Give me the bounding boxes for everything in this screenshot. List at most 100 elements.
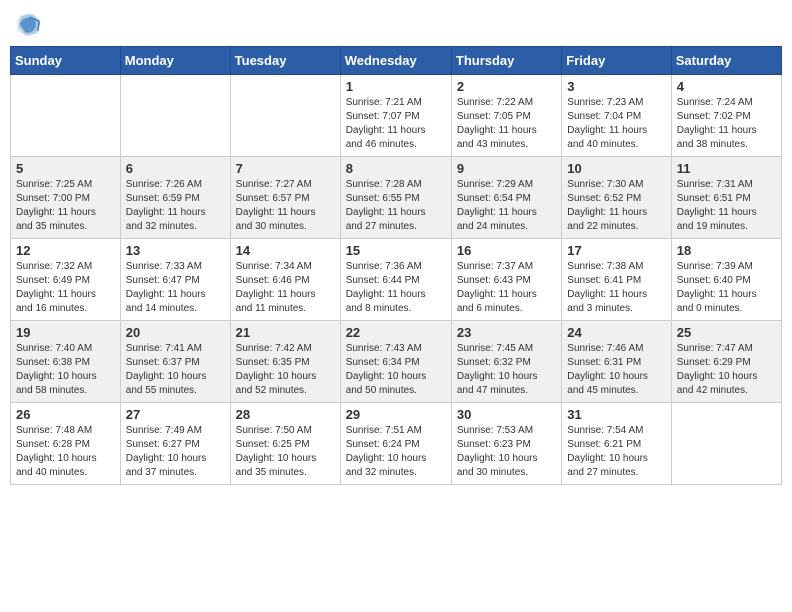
day-info: Sunrise: 7:26 AM Sunset: 6:59 PM Dayligh… [126, 178, 225, 234]
weekday-header-friday: Friday [562, 47, 671, 75]
day-info: Sunrise: 7:40 AM Sunset: 6:38 PM Dayligh… [16, 342, 115, 398]
day-info: Sunrise: 7:50 AM Sunset: 6:25 PM Dayligh… [236, 424, 335, 480]
day-number: 1 [346, 79, 446, 94]
logo-icon [14, 10, 42, 38]
calendar-week-3: 12 Sunrise: 7:32 AM Sunset: 6:49 PM Dayli… [11, 239, 782, 321]
calendar-week-4: 19 Sunrise: 7:40 AM Sunset: 6:38 PM Dayli… [11, 321, 782, 403]
calendar-day-12: 12 Sunrise: 7:32 AM Sunset: 6:49 PM Dayli… [11, 239, 121, 321]
calendar-day-24: 24Sunrise: 7:46 AM Sunset: 6:31 PM Dayli… [562, 321, 671, 403]
page-header [10, 10, 782, 38]
day-info: Sunrise: 7:43 AM Sunset: 6:34 PM Dayligh… [346, 342, 446, 398]
calendar-day-11: 11 Sunrise: 7:31 AM Sunset: 6:51 PM Dayli… [671, 157, 781, 239]
calendar-day-14: 14 Sunrise: 7:34 AM Sunset: 6:46 PM Dayli… [230, 239, 340, 321]
day-info: Sunrise: 7:21 AM Sunset: 7:07 PM Dayligh… [346, 96, 446, 152]
weekday-header-saturday: Saturday [671, 47, 781, 75]
weekday-header-sunday: Sunday [11, 47, 121, 75]
day-number: 23 [457, 325, 556, 340]
calendar-day-25: 25Sunrise: 7:47 AM Sunset: 6:29 PM Dayli… [671, 321, 781, 403]
calendar-day-18: 18 Sunrise: 7:39 AM Sunset: 6:40 PM Dayli… [671, 239, 781, 321]
calendar-day-27: 27Sunrise: 7:49 AM Sunset: 6:27 PM Dayli… [120, 403, 230, 485]
calendar-day-21: 21Sunrise: 7:42 AM Sunset: 6:35 PM Dayli… [230, 321, 340, 403]
calendar-day-7: 7 Sunrise: 7:27 AM Sunset: 6:57 PM Daylig… [230, 157, 340, 239]
day-number: 18 [677, 243, 776, 258]
day-number: 26 [16, 407, 115, 422]
logo [14, 10, 46, 38]
calendar-table: SundayMondayTuesdayWednesdayThursdayFrid… [10, 46, 782, 485]
calendar-day-26: 26 Sunrise: 7:48 AM Sunset: 6:28 PM Dayli… [11, 403, 121, 485]
day-info: Sunrise: 7:45 AM Sunset: 6:32 PM Dayligh… [457, 342, 556, 398]
calendar-day-6: 6Sunrise: 7:26 AM Sunset: 6:59 PM Daylig… [120, 157, 230, 239]
day-number: 13 [126, 243, 225, 258]
calendar-day-3: 3 Sunrise: 7:23 AM Sunset: 7:04 PM Daylig… [562, 75, 671, 157]
day-number: 5 [16, 161, 115, 176]
calendar-day-31: 31Sunrise: 7:54 AM Sunset: 6:21 PM Dayli… [562, 403, 671, 485]
weekday-header-tuesday: Tuesday [230, 47, 340, 75]
day-number: 12 [16, 243, 115, 258]
day-number: 7 [236, 161, 335, 176]
day-info: Sunrise: 7:31 AM Sunset: 6:51 PM Dayligh… [677, 178, 776, 234]
day-info: Sunrise: 7:29 AM Sunset: 6:54 PM Dayligh… [457, 178, 556, 234]
calendar-week-5: 26 Sunrise: 7:48 AM Sunset: 6:28 PM Dayli… [11, 403, 782, 485]
day-info: Sunrise: 7:48 AM Sunset: 6:28 PM Dayligh… [16, 424, 115, 480]
day-info: Sunrise: 7:34 AM Sunset: 6:46 PM Dayligh… [236, 260, 335, 316]
weekday-header-wednesday: Wednesday [340, 47, 451, 75]
calendar-week-1: 1 Sunrise: 7:21 AM Sunset: 7:07 PM Daylig… [11, 75, 782, 157]
calendar-day-13: 13 Sunrise: 7:33 AM Sunset: 6:47 PM Dayli… [120, 239, 230, 321]
day-info: Sunrise: 7:25 AM Sunset: 7:00 PM Dayligh… [16, 178, 115, 234]
calendar-day-10: 10 Sunrise: 7:30 AM Sunset: 6:52 PM Dayli… [562, 157, 671, 239]
day-number: 17 [567, 243, 665, 258]
calendar-day-28: 28 Sunrise: 7:50 AM Sunset: 6:25 PM Dayli… [230, 403, 340, 485]
weekday-header-monday: Monday [120, 47, 230, 75]
weekday-header-thursday: Thursday [451, 47, 561, 75]
day-number: 25 [677, 325, 776, 340]
day-number: 11 [677, 161, 776, 176]
day-info: Sunrise: 7:54 AM Sunset: 6:21 PM Dayligh… [567, 424, 665, 480]
day-number: 14 [236, 243, 335, 258]
calendar-day-29: 29 Sunrise: 7:51 AM Sunset: 6:24 PM Dayli… [340, 403, 451, 485]
day-info: Sunrise: 7:33 AM Sunset: 6:47 PM Dayligh… [126, 260, 225, 316]
day-number: 28 [236, 407, 335, 422]
day-number: 10 [567, 161, 665, 176]
day-info: Sunrise: 7:49 AM Sunset: 6:27 PM Dayligh… [126, 424, 225, 480]
day-info: Sunrise: 7:39 AM Sunset: 6:40 PM Dayligh… [677, 260, 776, 316]
day-info: Sunrise: 7:37 AM Sunset: 6:43 PM Dayligh… [457, 260, 556, 316]
day-info: Sunrise: 7:30 AM Sunset: 6:52 PM Dayligh… [567, 178, 665, 234]
calendar-week-2: 5 Sunrise: 7:25 AM Sunset: 7:00 PM Daylig… [11, 157, 782, 239]
day-number: 19 [16, 325, 115, 340]
day-info: Sunrise: 7:51 AM Sunset: 6:24 PM Dayligh… [346, 424, 446, 480]
weekday-header-row: SundayMondayTuesdayWednesdayThursdayFrid… [11, 47, 782, 75]
day-info: Sunrise: 7:38 AM Sunset: 6:41 PM Dayligh… [567, 260, 665, 316]
day-info: Sunrise: 7:32 AM Sunset: 6:49 PM Dayligh… [16, 260, 115, 316]
day-info: Sunrise: 7:23 AM Sunset: 7:04 PM Dayligh… [567, 96, 665, 152]
day-number: 4 [677, 79, 776, 94]
day-info: Sunrise: 7:22 AM Sunset: 7:05 PM Dayligh… [457, 96, 556, 152]
day-number: 29 [346, 407, 446, 422]
day-info: Sunrise: 7:24 AM Sunset: 7:02 PM Dayligh… [677, 96, 776, 152]
day-info: Sunrise: 7:27 AM Sunset: 6:57 PM Dayligh… [236, 178, 335, 234]
day-number: 16 [457, 243, 556, 258]
empty-cell [120, 75, 230, 157]
day-info: Sunrise: 7:36 AM Sunset: 6:44 PM Dayligh… [346, 260, 446, 316]
empty-cell [671, 403, 781, 485]
day-info: Sunrise: 7:41 AM Sunset: 6:37 PM Dayligh… [126, 342, 225, 398]
day-number: 24 [567, 325, 665, 340]
calendar-day-19: 19 Sunrise: 7:40 AM Sunset: 6:38 PM Dayli… [11, 321, 121, 403]
calendar-day-4: 4 Sunrise: 7:24 AM Sunset: 7:02 PM Daylig… [671, 75, 781, 157]
day-info: Sunrise: 7:28 AM Sunset: 6:55 PM Dayligh… [346, 178, 446, 234]
day-number: 3 [567, 79, 665, 94]
calendar-day-23: 23 Sunrise: 7:45 AM Sunset: 6:32 PM Dayli… [451, 321, 561, 403]
calendar-day-22: 22Sunrise: 7:43 AM Sunset: 6:34 PM Dayli… [340, 321, 451, 403]
calendar-day-1: 1 Sunrise: 7:21 AM Sunset: 7:07 PM Daylig… [340, 75, 451, 157]
day-info: Sunrise: 7:53 AM Sunset: 6:23 PM Dayligh… [457, 424, 556, 480]
calendar-day-17: 17 Sunrise: 7:38 AM Sunset: 6:41 PM Dayli… [562, 239, 671, 321]
calendar-day-16: 16 Sunrise: 7:37 AM Sunset: 6:43 PM Dayli… [451, 239, 561, 321]
calendar-day-5: 5 Sunrise: 7:25 AM Sunset: 7:00 PM Daylig… [11, 157, 121, 239]
day-number: 9 [457, 161, 556, 176]
empty-cell [230, 75, 340, 157]
day-number: 8 [346, 161, 446, 176]
day-number: 2 [457, 79, 556, 94]
day-number: 21 [236, 325, 335, 340]
day-number: 30 [457, 407, 556, 422]
calendar-day-8: 8 Sunrise: 7:28 AM Sunset: 6:55 PM Daylig… [340, 157, 451, 239]
day-number: 20 [126, 325, 225, 340]
